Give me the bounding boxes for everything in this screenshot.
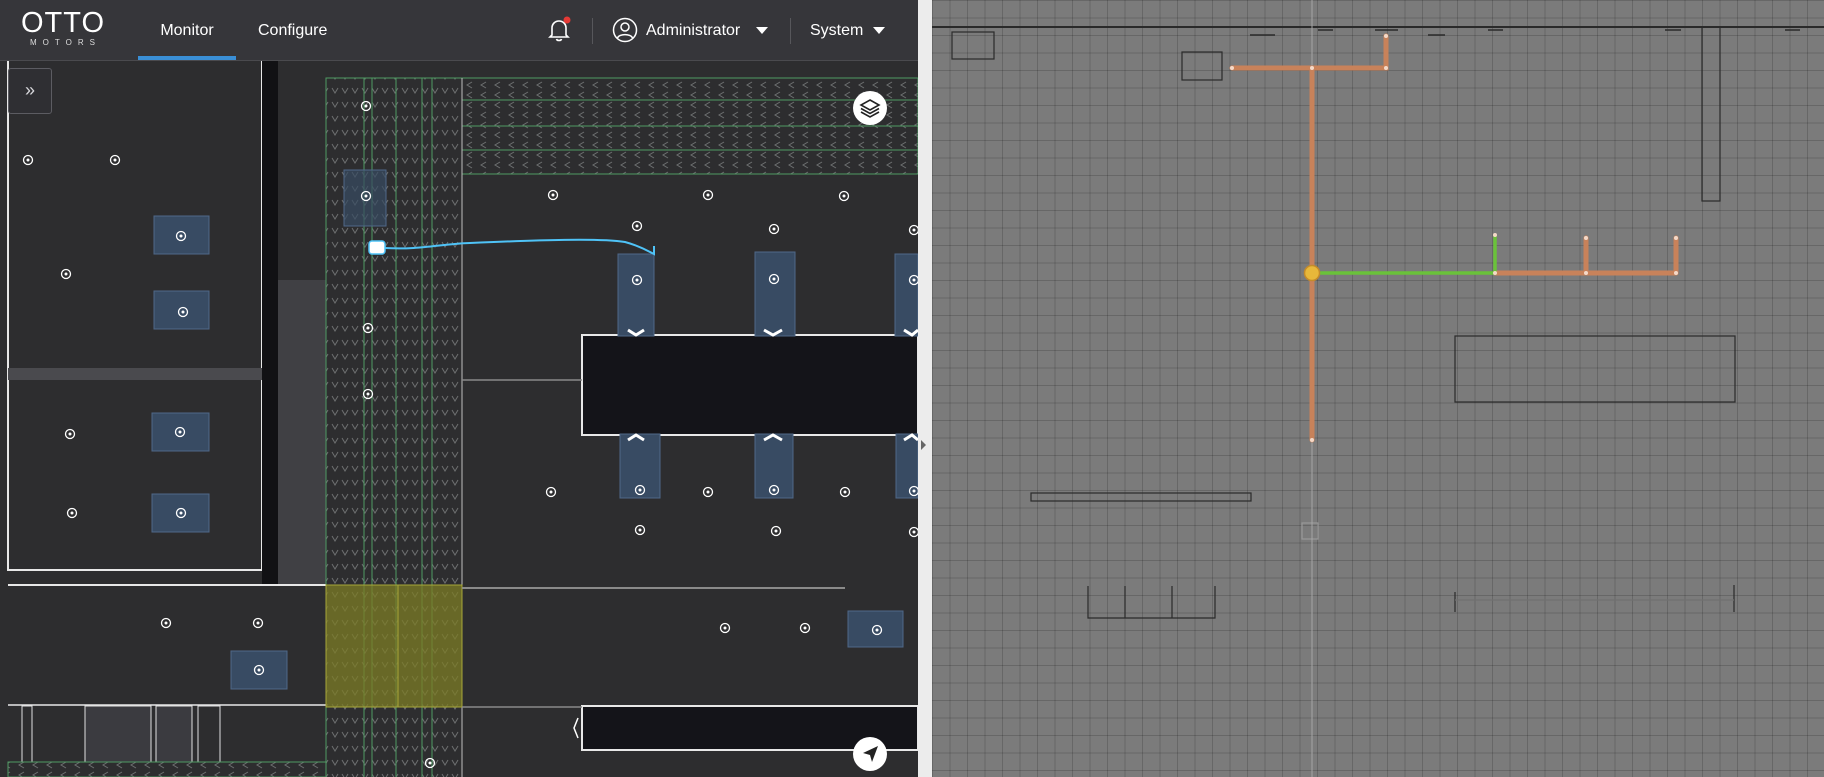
- rack-block: [581, 334, 918, 436]
- otto-logo[interactable]: OTTO MOTORS: [18, 8, 108, 48]
- divider: [790, 18, 791, 44]
- system-menu[interactable]: System: [808, 0, 908, 60]
- station[interactable]: [343, 169, 387, 227]
- room-outline: [7, 59, 263, 571]
- navigation-arrow-icon: [863, 746, 878, 762]
- splitter-arrow-icon: [921, 440, 926, 450]
- top-navigation-bar: OTTO MOTORS Monitor Configure Administra…: [0, 0, 918, 61]
- tab-monitor-label: Monitor: [160, 22, 214, 39]
- station[interactable]: [617, 253, 655, 337]
- robot-marker[interactable]: [368, 240, 386, 255]
- tab-configure-label: Configure: [258, 22, 328, 39]
- wall: [262, 60, 278, 585]
- route-graph-view[interactable]: [932, 0, 1824, 777]
- station[interactable]: [754, 251, 796, 337]
- user-menu-label: Administrator: [646, 22, 741, 39]
- route-segments[interactable]: [1229, 33, 1679, 443]
- station[interactable]: [895, 433, 918, 499]
- layers-button[interactable]: [853, 91, 887, 125]
- station[interactable]: [847, 610, 904, 648]
- monitor-map-view[interactable]: »: [0, 0, 918, 777]
- station[interactable]: [894, 253, 918, 337]
- active-tab-indicator: [138, 56, 236, 60]
- corridor: [278, 280, 326, 585]
- tab-configure[interactable]: Configure: [258, 0, 327, 60]
- caret-down-icon: [873, 27, 885, 34]
- expand-panel-button[interactable]: »: [8, 68, 52, 114]
- station[interactable]: [153, 290, 210, 330]
- bell-icon: [548, 16, 571, 42]
- user-menu[interactable]: Administrator: [610, 0, 775, 60]
- tab-monitor[interactable]: Monitor: [138, 0, 236, 60]
- facility-map[interactable]: [0, 0, 918, 777]
- route-nodes[interactable]: [1230, 34, 1678, 442]
- locate-button[interactable]: [853, 737, 887, 771]
- map-walls: [932, 26, 1824, 619]
- robot-position-marker[interactable]: [1303, 264, 1321, 282]
- caret-down-icon: [756, 27, 768, 34]
- user-circle-icon: [612, 17, 638, 43]
- active-route[interactable]: [1314, 235, 1497, 275]
- station[interactable]: [619, 433, 661, 499]
- route-graph[interactable]: [932, 0, 1824, 777]
- station[interactable]: [754, 433, 794, 499]
- notifications-button[interactable]: [546, 16, 572, 44]
- corridor: [8, 368, 262, 380]
- restricted-zone[interactable]: [325, 584, 463, 708]
- notification-dot: [563, 16, 571, 24]
- double-chevron-right-icon: »: [24, 80, 35, 100]
- logo-text: OTTO: [20, 7, 106, 39]
- logo-subtext: MOTORS: [30, 38, 101, 47]
- layers-icon: [859, 99, 881, 118]
- pane-splitter[interactable]: [918, 0, 932, 777]
- divider: [592, 18, 593, 44]
- system-menu-label: System: [810, 22, 864, 39]
